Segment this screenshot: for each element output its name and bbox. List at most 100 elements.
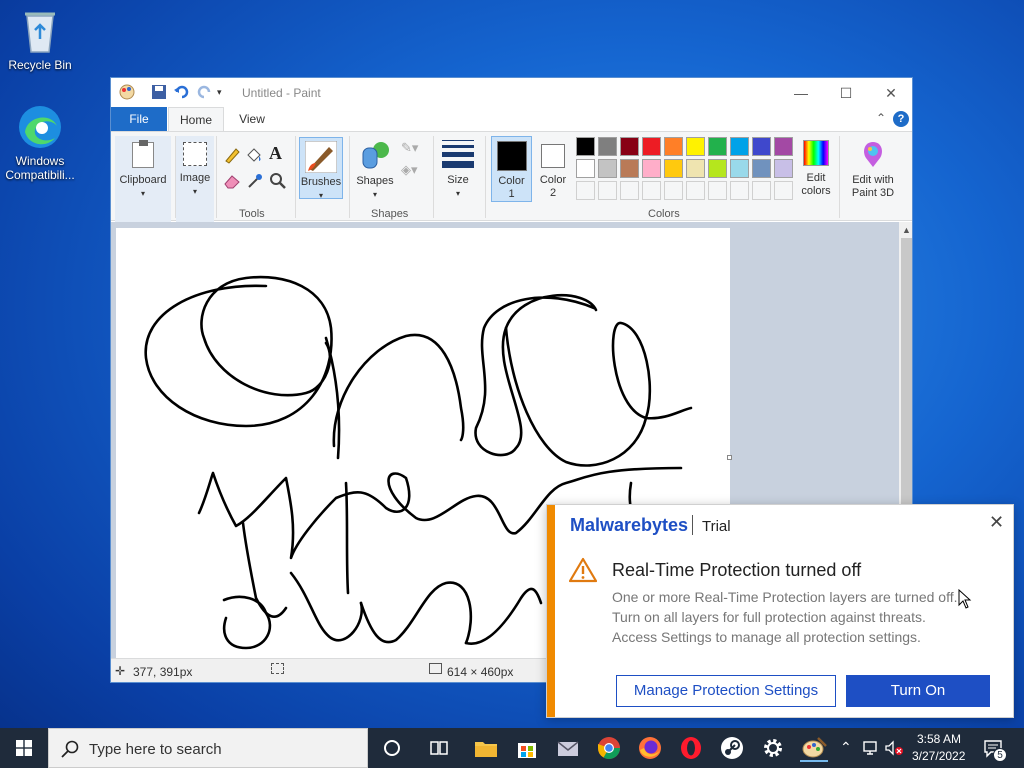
palette-swatch[interactable] xyxy=(576,159,595,178)
color2-label-a: Color xyxy=(539,174,567,186)
tab-home[interactable]: Home xyxy=(168,107,224,131)
size-button[interactable]: Size ▾ xyxy=(437,137,479,199)
settings-icon[interactable] xyxy=(759,734,787,762)
notification-close-icon[interactable]: ✕ xyxy=(989,512,1004,533)
minimize-button[interactable]: — xyxy=(778,82,824,104)
color2-button[interactable]: Color 2 xyxy=(535,136,571,202)
palette-swatch[interactable] xyxy=(598,159,617,178)
scroll-thumb[interactable] xyxy=(901,238,912,508)
palette-swatch[interactable] xyxy=(752,159,771,178)
shape-fill-icon[interactable]: ◈▾ xyxy=(401,162,418,178)
cortana-button[interactable] xyxy=(378,734,406,762)
search-placeholder: Type here to search xyxy=(89,741,222,758)
palette-empty-slot[interactable] xyxy=(664,181,683,200)
search-box[interactable]: Type here to search xyxy=(48,728,368,768)
palette-swatch[interactable] xyxy=(620,137,639,156)
windows-compat-desktop-icon[interactable]: Windows Compatibili... xyxy=(0,104,80,182)
magnifier-icon[interactable] xyxy=(269,172,287,190)
palette-empty-slot[interactable] xyxy=(576,181,595,200)
customize-qa-icon[interactable]: ▾ xyxy=(217,84,233,100)
undo-icon[interactable] xyxy=(174,84,190,100)
text-icon[interactable]: A xyxy=(269,143,282,164)
tab-file[interactable]: File xyxy=(111,107,167,131)
palette-swatch[interactable] xyxy=(642,137,661,156)
brush-icon xyxy=(304,140,338,174)
file-explorer-icon[interactable] xyxy=(472,734,500,762)
store-icon[interactable] xyxy=(513,734,541,762)
compat-label-line1: Windows xyxy=(15,154,65,168)
manage-protection-settings-button[interactable]: Manage Protection Settings xyxy=(616,675,836,707)
brushes-button[interactable]: Brushes ▾ xyxy=(299,137,343,200)
palette-empty-slot[interactable] xyxy=(730,181,749,200)
network-icon[interactable] xyxy=(862,740,880,756)
palette-swatch[interactable] xyxy=(576,137,595,156)
palette-swatch[interactable] xyxy=(774,137,793,156)
eraser-icon[interactable] xyxy=(223,172,241,190)
palette-swatch[interactable] xyxy=(598,137,617,156)
firefox-icon[interactable] xyxy=(636,734,664,762)
palette-swatch[interactable] xyxy=(620,159,639,178)
title-bar[interactable]: ▾ Untitled - Paint — ☐ ✕ xyxy=(111,78,912,107)
palette-swatch[interactable] xyxy=(708,137,727,156)
clock-time[interactable]: 3:58 AM xyxy=(917,732,961,746)
palette-swatch[interactable] xyxy=(752,137,771,156)
fill-icon[interactable] xyxy=(245,146,263,164)
shapes-button[interactable]: Shapes ▾ xyxy=(353,137,397,199)
chrome-icon[interactable] xyxy=(595,734,623,762)
shapes-group-label: Shapes xyxy=(371,208,409,220)
palette-swatch[interactable] xyxy=(642,159,661,178)
pencil-icon[interactable] xyxy=(223,146,241,164)
redo-icon[interactable] xyxy=(196,84,212,100)
clipboard-button[interactable]: Clipboard ▾ xyxy=(115,136,171,224)
opera-icon[interactable] xyxy=(677,734,705,762)
palette-swatch[interactable] xyxy=(730,159,749,178)
color1-label-a: Color xyxy=(498,175,525,187)
canvas-size: 614 × 460px xyxy=(447,665,514,679)
save-icon[interactable] xyxy=(151,84,167,100)
outline-icon[interactable]: ✎▾ xyxy=(401,140,418,156)
paint3d-label-b: Paint 3D xyxy=(851,187,895,199)
color1-button[interactable]: Color 1 xyxy=(491,136,532,202)
warning-icon xyxy=(568,557,598,583)
cursor-position-icon: ✛ xyxy=(115,664,126,678)
show-hidden-icons-icon[interactable]: ⌃ xyxy=(840,739,852,756)
task-view-button[interactable] xyxy=(425,734,453,762)
tab-view[interactable]: View xyxy=(229,107,275,131)
steam-icon[interactable] xyxy=(718,734,746,762)
palette-swatch[interactable] xyxy=(730,137,749,156)
palette-empty-slot[interactable] xyxy=(620,181,639,200)
recycle-bin-desktop-icon[interactable]: Recycle Bin xyxy=(0,8,80,72)
scroll-up-arrow[interactable]: ▲ xyxy=(899,222,912,238)
palette-swatch[interactable] xyxy=(664,159,683,178)
palette-empty-slot[interactable] xyxy=(642,181,661,200)
palette-empty-slot[interactable] xyxy=(598,181,617,200)
turn-on-button[interactable]: Turn On xyxy=(846,675,990,707)
palette-swatch[interactable] xyxy=(664,137,683,156)
maximize-button[interactable]: ☐ xyxy=(823,82,869,104)
edit-paint3d-button[interactable]: Edit with Paint 3D xyxy=(844,137,902,203)
edit-colors-icon xyxy=(803,140,829,166)
palette-empty-slot[interactable] xyxy=(708,181,727,200)
help-icon[interactable]: ? xyxy=(893,111,909,127)
clock-date[interactable]: 3/27/2022 xyxy=(912,749,965,763)
collapse-ribbon-icon[interactable]: ⌃ xyxy=(876,111,886,125)
palette-swatch[interactable] xyxy=(686,159,705,178)
start-button[interactable] xyxy=(0,728,48,768)
volume-muted-icon[interactable] xyxy=(884,740,904,756)
palette-empty-slot[interactable] xyxy=(686,181,705,200)
notification-heading: Real-Time Protection turned off xyxy=(612,560,862,580)
color-picker-icon[interactable] xyxy=(246,172,264,190)
edit-colors-button[interactable]: Edit colors xyxy=(797,137,835,203)
palette-empty-slot[interactable] xyxy=(774,181,793,200)
palette-swatch[interactable] xyxy=(686,137,705,156)
tools-group-label: Tools xyxy=(239,208,265,220)
close-button[interactable]: ✕ xyxy=(868,82,912,104)
size-label: Size xyxy=(447,174,469,186)
palette-empty-slot[interactable] xyxy=(752,181,771,200)
image-button[interactable]: Image ▾ xyxy=(176,136,214,224)
canvas-resize-handle-right[interactable] xyxy=(727,455,732,460)
mail-icon[interactable] xyxy=(554,734,582,762)
paint-taskbar-icon[interactable] xyxy=(800,734,828,762)
palette-swatch[interactable] xyxy=(708,159,727,178)
palette-swatch[interactable] xyxy=(774,159,793,178)
